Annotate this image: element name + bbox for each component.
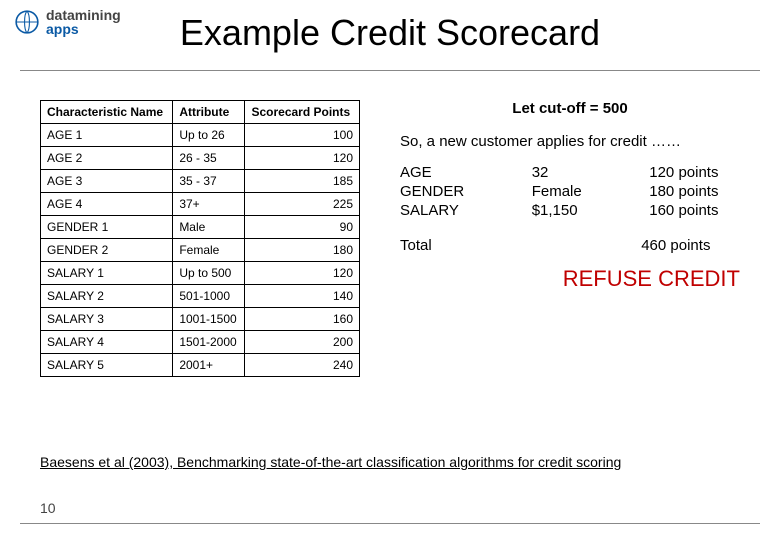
cell-attribute: 37+ xyxy=(173,193,245,216)
score-label: AGE xyxy=(400,164,486,181)
cell-points: 240 xyxy=(245,354,360,377)
score-value: Female xyxy=(532,183,604,200)
cell-attribute: 26 - 35 xyxy=(173,147,245,170)
table-row: AGE 437+225 xyxy=(41,193,360,216)
th-characteristic: Characteristic Name xyxy=(41,101,173,124)
cell-attribute: Female xyxy=(173,239,245,262)
table-row: SALARY 2501-1000140 xyxy=(41,285,360,308)
table-row: SALARY 1Up to 500120 xyxy=(41,262,360,285)
page-number: 10 xyxy=(40,500,56,516)
cell-attribute: 1501-2000 xyxy=(173,331,245,354)
logo-line2: apps xyxy=(46,22,121,36)
table-row: SALARY 52001+240 xyxy=(41,354,360,377)
score-points: 160 points xyxy=(649,202,740,219)
cutoff-line: Let cut-off = 500 xyxy=(400,100,740,117)
score-label: SALARY xyxy=(400,202,486,219)
cell-name: AGE 2 xyxy=(41,147,173,170)
cell-name: AGE 1 xyxy=(41,124,173,147)
score-value: 32 xyxy=(532,164,604,181)
logo: datamining apps xyxy=(14,8,121,36)
example-panel: Let cut-off = 500 So, a new customer app… xyxy=(400,100,740,377)
apply-line: So, a new customer applies for credit …… xyxy=(400,133,740,150)
cell-name: SALARY 5 xyxy=(41,354,173,377)
cell-name: SALARY 4 xyxy=(41,331,173,354)
cell-points: 140 xyxy=(245,285,360,308)
table-row: GENDER 2Female180 xyxy=(41,239,360,262)
cell-attribute: Up to 26 xyxy=(173,124,245,147)
table-row: AGE 1Up to 26100 xyxy=(41,124,360,147)
cell-attribute: 35 - 37 xyxy=(173,170,245,193)
total-row: Total 460 points xyxy=(400,237,740,254)
divider-top xyxy=(20,70,760,71)
cell-attribute: 1001-1500 xyxy=(173,308,245,331)
table-row: AGE 335 - 37185 xyxy=(41,170,360,193)
cell-attribute: Up to 500 xyxy=(173,262,245,285)
score-grid: AGE 32 120 points GENDER Female 180 points SAL… xyxy=(400,164,740,219)
table-row: GENDER 1Male90 xyxy=(41,216,360,239)
cell-name: SALARY 3 xyxy=(41,308,173,331)
cell-name: SALARY 2 xyxy=(41,285,173,308)
cell-points: 120 xyxy=(245,147,360,170)
cell-name: GENDER 2 xyxy=(41,239,173,262)
table-row: SALARY 31001-1500160 xyxy=(41,308,360,331)
score-label: GENDER xyxy=(400,183,486,200)
scorecard-table-wrap: Characteristic Name Attribute Scorecard … xyxy=(40,100,360,377)
content: Characteristic Name Attribute Scorecard … xyxy=(40,100,740,377)
cell-points: 180 xyxy=(245,239,360,262)
score-value: $1,150 xyxy=(532,202,604,219)
cell-points: 185 xyxy=(245,170,360,193)
total-label: Total xyxy=(400,237,461,254)
th-points: Scorecard Points xyxy=(245,101,360,124)
cell-name: AGE 3 xyxy=(41,170,173,193)
cell-attribute: 2001+ xyxy=(173,354,245,377)
cell-points: 120 xyxy=(245,262,360,285)
th-attribute: Attribute xyxy=(173,101,245,124)
cell-attribute: 501-1000 xyxy=(173,285,245,308)
cell-name: GENDER 1 xyxy=(41,216,173,239)
decision-text: REFUSE CREDIT xyxy=(400,266,740,292)
globe-icon xyxy=(14,9,40,35)
logo-line1: datamining xyxy=(46,8,121,22)
cell-points: 90 xyxy=(245,216,360,239)
total-points: 460 points xyxy=(641,237,740,254)
table-row: AGE 226 - 35120 xyxy=(41,147,360,170)
table-header-row: Characteristic Name Attribute Scorecard … xyxy=(41,101,360,124)
cell-attribute: Male xyxy=(173,216,245,239)
cell-points: 160 xyxy=(245,308,360,331)
logo-text: datamining apps xyxy=(46,8,121,36)
citation: Baesens et al (2003), Benchmarking state… xyxy=(40,454,621,470)
cell-name: AGE 4 xyxy=(41,193,173,216)
cell-points: 225 xyxy=(245,193,360,216)
divider-bottom xyxy=(20,523,760,524)
slide: datamining apps Example Credit Scorecard… xyxy=(0,0,780,540)
table-row: SALARY 41501-2000200 xyxy=(41,331,360,354)
cell-name: SALARY 1 xyxy=(41,262,173,285)
score-points: 180 points xyxy=(649,183,740,200)
cell-points: 100 xyxy=(245,124,360,147)
score-points: 120 points xyxy=(649,164,740,181)
scorecard-table: Characteristic Name Attribute Scorecard … xyxy=(40,100,360,377)
cell-points: 200 xyxy=(245,331,360,354)
